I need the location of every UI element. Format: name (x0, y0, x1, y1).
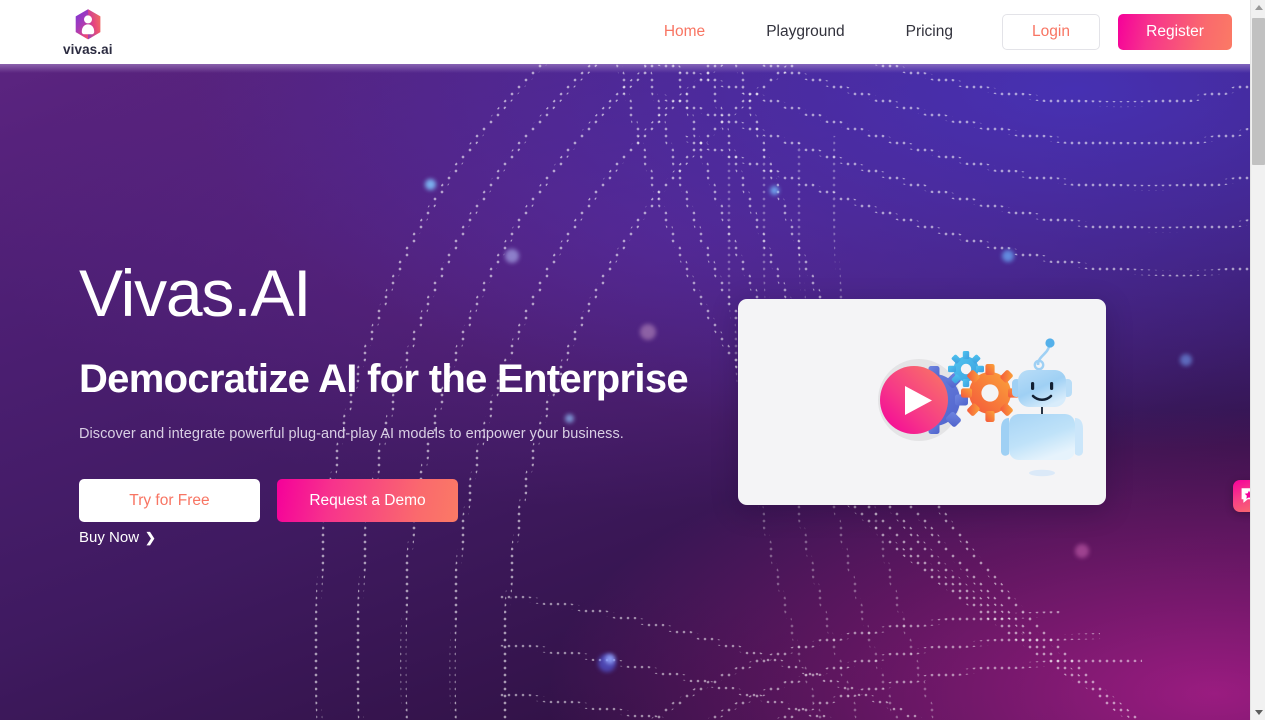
brand-logo[interactable]: vivas.ai (63, 8, 113, 57)
nav-item-pricing[interactable]: Pricing (904, 17, 955, 47)
page-root: vivas.ai Home Playground Pricing Login R… (0, 0, 1265, 720)
try-for-free-button[interactable]: Try for Free (79, 479, 260, 522)
hero-title: Vivas.AI (79, 256, 311, 330)
hero-action-buttons: Try for Free Request a Demo (79, 479, 458, 522)
vertical-scrollbar[interactable] (1250, 0, 1265, 720)
scroll-down-arrow-icon[interactable] (1251, 705, 1265, 720)
scrollbar-thumb[interactable] (1252, 18, 1265, 165)
brand-name: vivas.ai (63, 41, 113, 57)
robot-icon (1001, 338, 1083, 477)
hero-description: Discover and integrate powerful plug-and… (79, 426, 624, 442)
scroll-up-arrow-icon[interactable] (1251, 0, 1265, 15)
site-header: vivas.ai Home Playground Pricing Login R… (0, 0, 1265, 64)
nav-item-playground[interactable]: Playground (764, 17, 846, 47)
login-button[interactable]: Login (1002, 14, 1100, 50)
main-navigation: Home Playground Pricing Login Register (662, 14, 1232, 50)
nav-item-home[interactable]: Home (662, 17, 707, 47)
hero-subtitle: Democratize AI for the Enterprise (79, 357, 689, 401)
hexagon-person-logo-icon (72, 8, 104, 41)
chevron-right-icon: ❯ (145, 530, 156, 545)
hero-section: Vivas.AI Democratize AI for the Enterpri… (0, 64, 1265, 720)
buy-now-link[interactable]: Buy Now ❯ (79, 529, 156, 546)
buy-now-label: Buy Now (79, 529, 140, 546)
register-button[interactable]: Register (1118, 14, 1232, 50)
video-preview-card[interactable] (738, 299, 1106, 505)
video-card-illustration (878, 338, 1083, 477)
request-a-demo-button[interactable]: Request a Demo (277, 479, 458, 522)
